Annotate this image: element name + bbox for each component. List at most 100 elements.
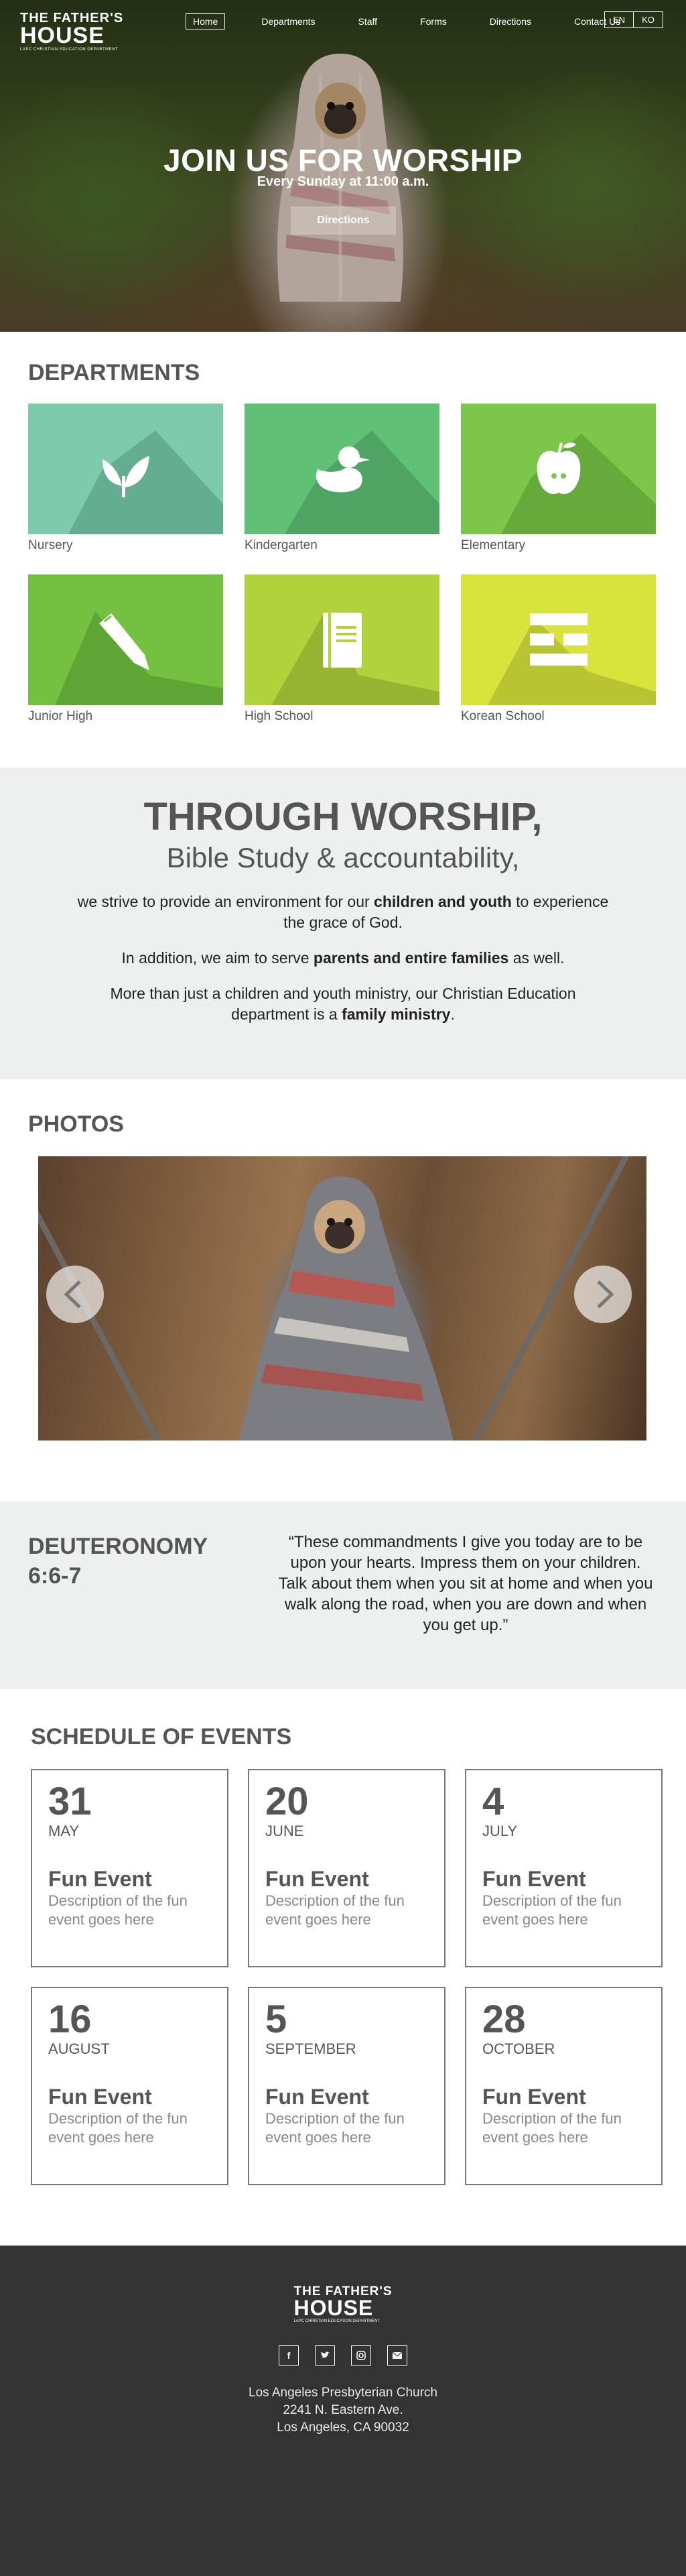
event-title: Fun Event (265, 1867, 369, 1891)
church-address: Los Angeles Presbyterian Church 2241 N. … (0, 2384, 686, 2437)
text: we strive to provide an environment for … (77, 893, 374, 910)
text: In addition, we aim to serve (121, 949, 314, 967)
dept-card-nursery[interactable]: Nursery (28, 404, 223, 574)
dept-tile[interactable] (245, 404, 439, 534)
footer-logo[interactable]: THE FATHER'S HOUSE LAPC CHRISTIAN EDUCAT… (293, 2285, 392, 2324)
departments-title: DEPARTMENTS (28, 360, 200, 385)
event-title: Fun Event (482, 1867, 586, 1891)
nav-forms[interactable]: Forms (413, 14, 454, 29)
lang-en-button[interactable]: EN (605, 12, 633, 27)
dept-tile[interactable] (461, 574, 656, 705)
event-day: 4 (482, 1780, 504, 1823)
worship-section: THROUGH WORSHIP, Bible Study & accountab… (0, 768, 686, 1079)
facebook-icon[interactable]: f (279, 2345, 299, 2366)
worship-paragraph-2: In addition, we aim to serve parents and… (68, 948, 618, 969)
event-description: Description of the fun event goes here (265, 2110, 405, 2146)
dept-tile[interactable] (245, 574, 439, 705)
event-card[interactable]: 20 JUNE Fun Event Description of the fun… (248, 1769, 445, 1967)
social-links: f (0, 2345, 686, 2366)
main-nav: Home Departments Staff Forms Directions … (186, 13, 627, 29)
emphasis: family ministry (342, 1005, 451, 1023)
nav-staff[interactable]: Staff (352, 14, 385, 29)
directions-button[interactable]: Directions (291, 206, 396, 235)
twitter-icon[interactable] (315, 2345, 335, 2366)
nav-directions[interactable]: Directions (483, 14, 538, 29)
event-title: Fun Event (265, 2085, 369, 2109)
event-card[interactable]: 28 OCTOBER Fun Event Description of the … (465, 1987, 663, 2185)
event-description: Description of the fun event goes here (482, 1892, 622, 1928)
dept-label: Elementary (461, 538, 526, 552)
dept-card-high-school[interactable]: High School (245, 574, 439, 745)
dept-label: Nursery (28, 538, 73, 552)
nav-home[interactable]: Home (186, 13, 226, 29)
worship-title: THROUGH WORSHIP, (143, 795, 543, 839)
event-description: Description of the fun event goes here (48, 1892, 188, 1928)
dept-card-junior-high[interactable]: Junior High (28, 574, 223, 745)
event-title: Fun Event (48, 2085, 152, 2109)
verse-reference: DEUTERONOMY 6:6-7 (28, 1534, 208, 1589)
lang-ko-button[interactable]: KO (633, 12, 663, 27)
event-title: Fun Event (48, 1867, 152, 1891)
schedule-title: SCHEDULE OF EVENTS (31, 1724, 292, 1750)
event-month: OCTOBER (482, 2040, 555, 2057)
dept-card-kindergarten[interactable]: Kindergarten (245, 404, 439, 574)
text: . (450, 1005, 455, 1023)
dept-tile[interactable] (28, 404, 223, 534)
event-day: 5 (265, 1998, 287, 2041)
pug-photo-image (239, 1176, 454, 1440)
email-icon[interactable] (387, 2345, 407, 2366)
address-line-2: 2241 N. Eastern Ave. (283, 2403, 403, 2418)
address-line-1: Los Angeles Presbyterian Church (249, 2386, 437, 2400)
site-footer: THE FATHER'S HOUSE LAPC CHRISTIAN EDUCAT… (0, 2246, 686, 2576)
dept-label: High School (245, 709, 314, 723)
events-grid: 31 MAY Fun Event Description of the fun … (31, 1769, 663, 2185)
chevron-left-icon (64, 1280, 81, 1308)
dept-card-korean-school[interactable]: Korean School (461, 574, 656, 745)
instagram-icon[interactable] (351, 2345, 371, 2366)
logo-line-2: HOUSE (293, 2296, 374, 2321)
event-month: JUNE (265, 1823, 304, 1839)
worship-paragraph-1: we strive to provide an environment for … (68, 892, 618, 933)
schedule-section: SCHEDULE OF EVENTS 31 MAY Fun Event Desc… (0, 1689, 686, 2246)
hero-section: THE FATHER'S HOUSE LAPC CHRISTIAN EDUCAT… (0, 0, 686, 332)
worship-subtitle: Bible Study & accountability, (166, 842, 520, 873)
book-icon (322, 612, 362, 668)
logo-tagline: LAPC CHRISTIAN EDUCATION DEPARTMENT (293, 2319, 381, 2324)
event-card[interactable]: 4 JULY Fun Event Description of the fun … (465, 1769, 663, 1967)
emphasis: children and youth (374, 893, 512, 910)
photo-carousel[interactable] (38, 1156, 646, 1440)
departments-section: DEPARTMENTS Nursery Kindergarten Element… (0, 332, 686, 768)
event-day: 31 (48, 1780, 92, 1823)
logo-line-2: HOUSE (20, 23, 105, 48)
event-day: 16 (48, 1998, 92, 2041)
apple-icon (537, 442, 580, 494)
nav-departments[interactable]: Departments (255, 14, 322, 29)
event-month: MAY (48, 1823, 80, 1839)
dept-label: Korean School (461, 709, 545, 723)
carousel-next-button[interactable] (574, 1266, 632, 1323)
dept-tile[interactable] (28, 574, 223, 705)
dept-label: Junior High (28, 709, 93, 723)
site-logo[interactable]: THE FATHER'S HOUSE LAPC CHRISTIAN EDUCAT… (20, 11, 123, 52)
verse-section: DEUTERONOMY 6:6-7 “These commandments I … (0, 1501, 686, 1689)
hero-subtitle: Every Sunday at 11:00 a.m. (257, 174, 429, 189)
event-day: 20 (265, 1780, 309, 1823)
pencil-icon (98, 613, 149, 670)
address-line-3: Los Angeles, CA 90032 (277, 2420, 409, 2435)
carousel-prev-button[interactable] (46, 1266, 104, 1323)
worship-paragraph-3: More than just a children and youth mini… (102, 983, 584, 1025)
event-month: JULY (482, 1823, 518, 1839)
korean-char-icon (529, 613, 588, 666)
departments-grid: Nursery Kindergarten Elementary Junior H… (28, 404, 658, 745)
event-card[interactable]: 5 SEPTEMBER Fun Event Description of the… (248, 1987, 445, 2185)
event-description: Description of the fun event goes here (482, 2110, 622, 2146)
dept-tile[interactable] (461, 404, 656, 534)
dept-card-elementary[interactable]: Elementary (461, 404, 656, 574)
event-description: Description of the fun event goes here (48, 2110, 188, 2146)
event-card[interactable]: 16 AUGUST Fun Event Description of the f… (31, 1987, 228, 2185)
leaf-icon (102, 455, 149, 497)
event-card[interactable]: 31 MAY Fun Event Description of the fun … (31, 1769, 228, 1967)
language-switcher: EN KO (604, 11, 663, 28)
emphasis: parents and entire families (313, 949, 509, 967)
hero-title: JOIN US FOR WORSHIP (163, 143, 523, 178)
